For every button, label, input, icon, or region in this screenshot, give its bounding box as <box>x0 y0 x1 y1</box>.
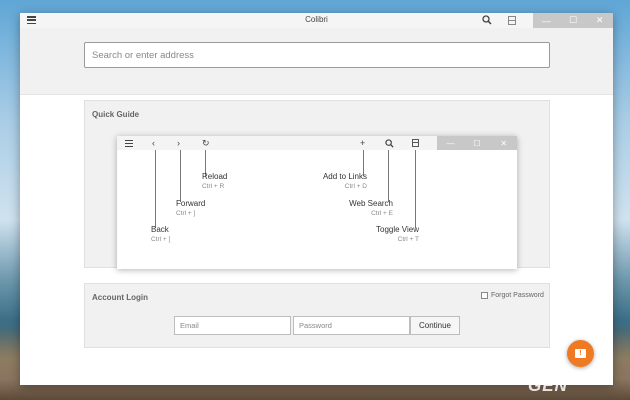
feedback-button[interactable]: ! <box>567 340 594 367</box>
continue-button[interactable]: Continue <box>410 316 460 335</box>
mini-menu-icon <box>125 140 133 147</box>
account-login-panel: Account Login Forgot Password Continue <box>84 283 550 348</box>
guide-shortcut-web-search: Ctrl + E <box>371 210 393 217</box>
browser-window: Colibri — ☐ ✕ Quick Guide ‹ › ↻ + — <box>20 13 613 385</box>
guide-label-forward: Forward <box>176 199 206 208</box>
toggle-view-icon[interactable] <box>508 16 516 25</box>
mini-minimize-icon: — <box>446 138 455 148</box>
search-icon[interactable] <box>482 15 494 26</box>
mini-forward-icon: › <box>177 138 180 148</box>
address-input[interactable] <box>84 42 550 68</box>
window-title: Colibri <box>305 15 328 24</box>
guide-shortcut-back: Ctrl + [ <box>151 236 171 243</box>
search-leader-line <box>388 150 389 202</box>
guide-shortcut-reload: Ctrl + R <box>202 183 225 190</box>
email-field[interactable] <box>174 316 291 335</box>
guide-shortcut-add-to-links: Ctrl + D <box>344 183 367 190</box>
mini-close-icon: ✕ <box>500 138 508 148</box>
guide-label-back: Back <box>151 225 169 234</box>
mini-reload-icon: ↻ <box>202 138 210 148</box>
maximize-button[interactable]: ☐ <box>560 13 587 28</box>
forward-leader-line <box>180 150 181 202</box>
watermark-logo: GEN <box>528 376 568 395</box>
toggle-leader-line <box>415 150 416 228</box>
quick-guide-panel: Quick Guide ‹ › ↻ + — ☐ ✕ Back Ctrl + [… <box>84 100 550 269</box>
title-bar: Colibri — ☐ ✕ <box>20 13 613 28</box>
minimize-button[interactable]: — <box>533 13 560 28</box>
mini-window-controls: — ☐ ✕ <box>437 136 517 150</box>
guide-label-add-to-links: Add to Links <box>322 172 367 181</box>
guide-label-web-search: Web Search <box>349 199 393 208</box>
mini-search-icon <box>385 137 394 151</box>
close-button[interactable]: ✕ <box>586 13 613 28</box>
guide-label-toggle-view: Toggle View <box>376 225 419 234</box>
mini-maximize-icon: ☐ <box>473 138 481 148</box>
password-field[interactable] <box>293 316 410 335</box>
mini-toggle-icon <box>412 139 419 147</box>
guide-shortcut-toggle-view: Ctrl + T <box>397 236 419 243</box>
guide-label-reload: Reload <box>202 172 228 181</box>
forgot-password-checkbox[interactable] <box>481 292 488 299</box>
back-leader-line <box>155 150 156 228</box>
quick-guide-title: Quick Guide <box>92 110 140 119</box>
account-login-title: Account Login <box>92 293 148 302</box>
forgot-password-option[interactable]: Forgot Password <box>481 292 544 299</box>
menu-icon[interactable] <box>27 16 36 24</box>
mini-back-icon: ‹ <box>152 138 155 148</box>
feedback-icon: ! <box>575 349 586 358</box>
guide-shortcut-forward: Ctrl + ] <box>176 210 196 217</box>
mini-add-icon: + <box>360 138 366 148</box>
forgot-password-label: Forgot Password <box>491 292 544 299</box>
address-bar-area <box>20 28 613 95</box>
guide-illustration: ‹ › ↻ + — ☐ ✕ Back Ctrl + [ Forward Ctrl… <box>117 136 517 269</box>
window-controls: — ☐ ✕ <box>533 13 613 28</box>
